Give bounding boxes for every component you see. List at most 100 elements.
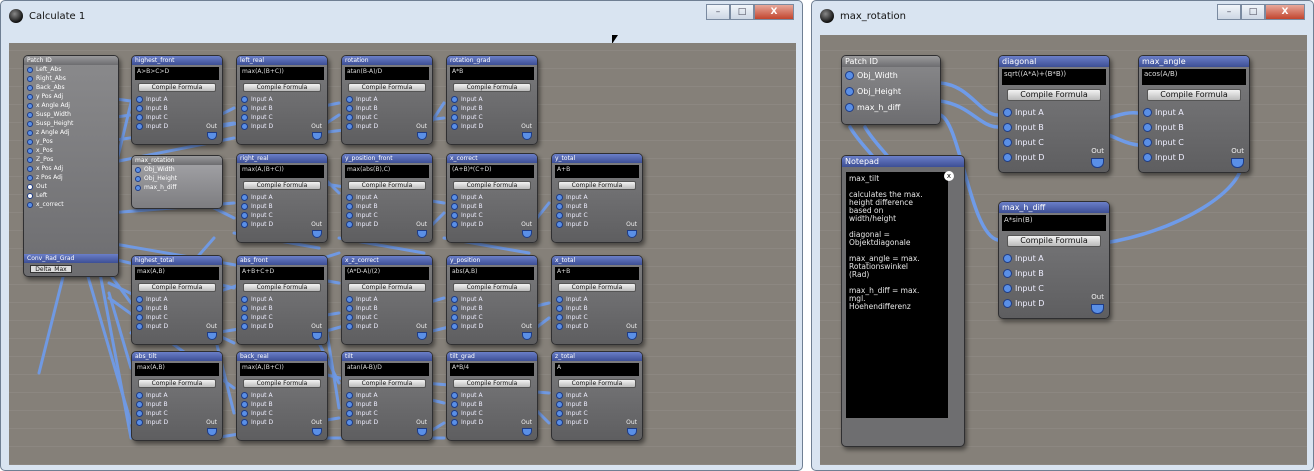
input-port-icon[interactable] [346, 194, 353, 201]
input-port-row[interactable]: Input C [237, 211, 327, 220]
input-port-icon[interactable] [346, 212, 353, 219]
formula-node-max-angle[interactable]: max_angle acos(A/B) Compile Formula Input A… [1138, 55, 1250, 173]
input-port-row[interactable]: Input A [237, 391, 327, 400]
input-port-icon[interactable] [346, 323, 353, 330]
input-port-row[interactable]: Input A [132, 95, 222, 104]
input-port-icon[interactable] [241, 96, 248, 103]
input-port-icon[interactable] [241, 419, 248, 426]
patch-port-icon[interactable] [27, 84, 33, 91]
input-port-row[interactable]: Input C [237, 409, 327, 418]
patch-port-icon[interactable] [27, 75, 33, 82]
input-port-icon[interactable] [136, 296, 143, 303]
formula-node-x-total[interactable]: x_total A+B Compile Formula Input A Input B I… [551, 255, 643, 345]
input-port-icon[interactable] [136, 392, 143, 399]
formula-input[interactable]: A [555, 363, 639, 376]
input-port-row[interactable]: Input B [132, 104, 222, 113]
formula-input[interactable]: A>B>C>D [135, 67, 219, 80]
input-port-row[interactable]: Input B [237, 104, 327, 113]
input-port-row[interactable]: Input B [999, 120, 1109, 135]
input-port-icon[interactable] [241, 323, 248, 330]
output-port-icon[interactable] [312, 132, 322, 140]
input-port-row[interactable]: Input B [132, 304, 222, 313]
formula-input[interactable]: (A+B)*(C+D) [450, 165, 534, 178]
node-title[interactable]: x_correct [447, 154, 537, 163]
output-port-icon[interactable] [417, 332, 427, 340]
compile-formula-button[interactable]: Compile Formula [453, 379, 531, 388]
compile-formula-button[interactable]: Compile Formula [453, 181, 531, 190]
node-title[interactable]: y_position_front [342, 154, 432, 163]
node-title[interactable]: left_real [237, 56, 327, 65]
window-titlebar[interactable]: Calculate 1 – □ X [1, 1, 802, 31]
input-port-row[interactable]: Input A [342, 295, 432, 304]
input-port-icon[interactable] [346, 401, 353, 408]
compile-formula-button[interactable]: Compile Formula [138, 83, 216, 92]
output-port-icon[interactable] [207, 428, 217, 436]
input-port-row[interactable]: Input A [1139, 105, 1249, 120]
input-port-icon[interactable] [1003, 284, 1012, 293]
input-port-row[interactable]: Input C [447, 313, 537, 322]
compile-formula-button[interactable]: Compile Formula [1007, 235, 1101, 247]
formula-input[interactable]: A+B+C+D [240, 267, 324, 280]
input-port-icon[interactable] [1143, 138, 1152, 147]
input-port-icon[interactable] [451, 314, 458, 321]
input-port-row[interactable]: Input B [342, 400, 432, 409]
input-port-icon[interactable] [136, 305, 143, 312]
input-port-row[interactable]: Input B [552, 400, 642, 409]
input-port-icon[interactable] [556, 203, 563, 210]
compile-formula-button[interactable]: Compile Formula [1007, 89, 1101, 101]
formula-input[interactable]: atan(B-A)/D [345, 67, 429, 80]
node-title[interactable]: highest_total [132, 256, 222, 265]
input-port-icon[interactable] [556, 419, 563, 426]
input-port-icon[interactable] [346, 305, 353, 312]
subpatch-item-obj-width[interactable]: Obj_Width [132, 165, 222, 174]
output-port-icon[interactable] [522, 332, 532, 340]
input-port-icon[interactable] [451, 194, 458, 201]
output-port-icon[interactable] [417, 428, 427, 436]
formula-node-rotation-grad[interactable]: rotation_grad A*B Compile Formula Input A In… [446, 55, 538, 145]
input-port-row[interactable]: Input B [1139, 120, 1249, 135]
notepad-close-icon[interactable]: x [944, 171, 954, 181]
patch-item-left-abs[interactable]: Left_Abs [24, 65, 118, 74]
input-port-row[interactable]: Input A [447, 95, 537, 104]
input-port-icon[interactable] [451, 296, 458, 303]
node-title[interactable]: y_total [552, 154, 642, 163]
input-port-icon[interactable] [1003, 153, 1012, 162]
formula-node-z-total[interactable]: z_total A Compile Formula Input A Input B Inp… [551, 351, 643, 441]
output-port-icon[interactable] [522, 132, 532, 140]
input-port-icon[interactable] [136, 401, 143, 408]
input-port-row[interactable]: Input B [552, 304, 642, 313]
minimize-button[interactable]: – [1217, 4, 1241, 20]
input-port-row[interactable]: Input B [552, 202, 642, 211]
input-port-row[interactable]: Input B [447, 304, 537, 313]
input-port-row[interactable]: Input A [237, 95, 327, 104]
input-port-icon[interactable] [346, 203, 353, 210]
input-port-row[interactable]: Input A [552, 193, 642, 202]
close-button[interactable]: X [1265, 4, 1305, 20]
input-port-icon[interactable] [451, 105, 458, 112]
formula-input[interactable]: abs(A,B) [450, 267, 534, 280]
patch-port-icon[interactable] [27, 66, 33, 73]
input-port-icon[interactable] [346, 96, 353, 103]
compile-formula-button[interactable]: Compile Formula [1147, 89, 1241, 101]
patch-port-icon[interactable] [845, 102, 854, 112]
input-port-icon[interactable] [136, 314, 143, 321]
compile-formula-button[interactable]: Compile Formula [348, 181, 426, 190]
compile-formula-button[interactable]: Compile Formula [558, 283, 636, 292]
input-port-icon[interactable] [556, 323, 563, 330]
output-port-icon[interactable] [627, 230, 637, 238]
patch-item-left[interactable]: Left [24, 191, 118, 200]
input-port-row[interactable]: Input A [447, 391, 537, 400]
input-port-row[interactable]: Input B [342, 202, 432, 211]
formula-node-left-real[interactable]: left_real max(A,(B+C)) Compile Formula Inpu… [236, 55, 328, 145]
input-port-icon[interactable] [451, 114, 458, 121]
window-titlebar[interactable]: max_rotation – □ X [812, 1, 1313, 31]
patch-item-max-h-diff[interactable]: max_h_diff [842, 99, 940, 115]
formula-node-highest-front[interactable]: highest_front A>B>C>D Compile Formula Input… [131, 55, 223, 145]
input-port-icon[interactable] [136, 96, 143, 103]
formula-node-diagonal[interactable]: diagonal sqrt((A*A)+(B*B)) Compile Formula… [998, 55, 1110, 173]
input-port-row[interactable]: Input C [237, 113, 327, 122]
formula-node-max-h-diff[interactable]: max_h_diff A*sin(B) Compile Formula Input A… [998, 201, 1110, 319]
patch-port-icon[interactable] [27, 156, 33, 163]
patch-port-icon[interactable] [27, 120, 33, 127]
subpatch-port-icon[interactable] [135, 166, 141, 173]
